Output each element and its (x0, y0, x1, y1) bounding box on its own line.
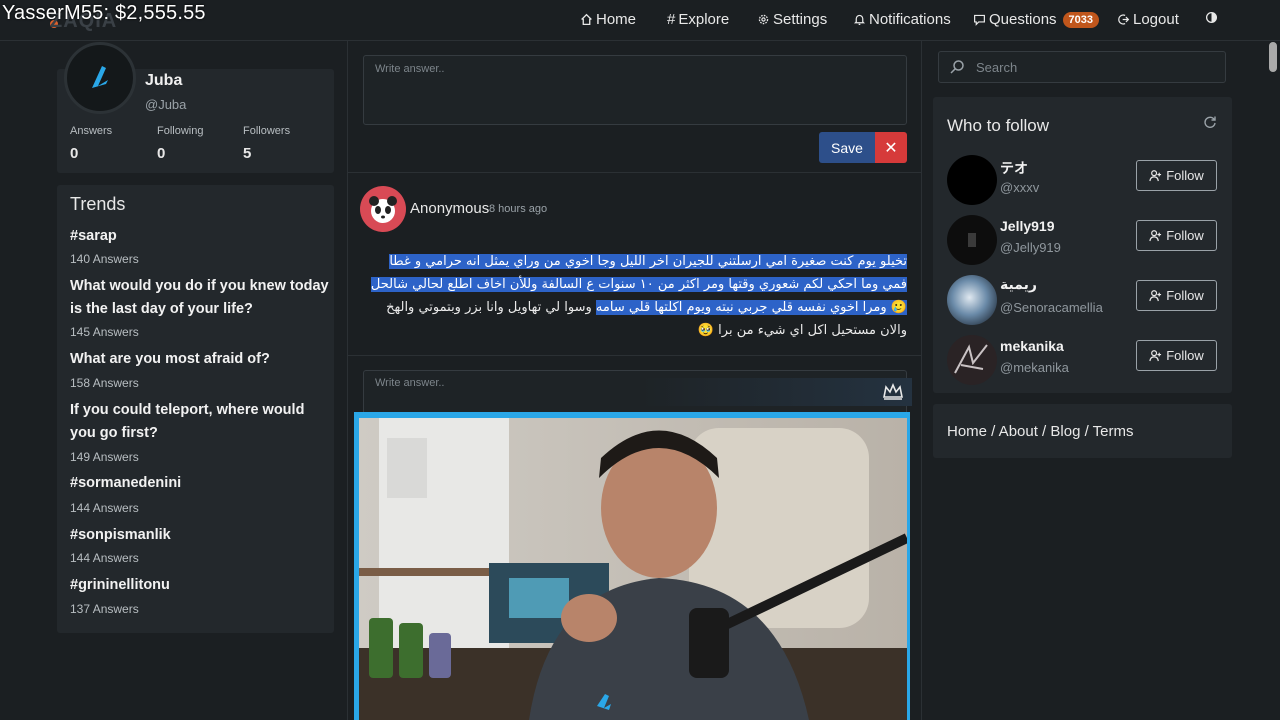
profile-name[interactable]: Juba (145, 72, 182, 90)
trend-item-title[interactable]: #sormanedenini (70, 472, 330, 495)
trend-item-title[interactable]: What would you do if you knew today is t… (70, 275, 330, 321)
stream-donation-overlay: YasserM55: $2,555.55 (2, 2, 206, 24)
follow-user-name[interactable]: Jelly919 (1000, 218, 1055, 234)
user-plus-icon (1149, 170, 1162, 182)
avatar[interactable] (947, 215, 997, 265)
post-avatar[interactable] (360, 186, 406, 232)
nav-home-label: Home (596, 11, 637, 28)
profile-handle: @Juba (145, 97, 187, 112)
hash-icon: # (667, 11, 676, 28)
following-count[interactable]: 0 (157, 145, 165, 162)
refresh-icon[interactable] (1203, 115, 1217, 129)
bell-icon (853, 14, 866, 25)
trends-title: Trends (70, 194, 126, 214)
save-button[interactable]: Save (819, 132, 875, 163)
trend-item-count: 158 Answers (70, 376, 139, 390)
webcam-image (359, 418, 907, 720)
followers-count[interactable]: 5 (243, 145, 251, 162)
follow-user-name[interactable]: テオ (1000, 158, 1028, 178)
nav-notifications[interactable]: Notifications (853, 11, 951, 28)
nav-home[interactable]: Home (580, 11, 636, 28)
answer-textarea[interactable] (363, 55, 907, 125)
trend-item-count: 144 Answers (70, 551, 139, 565)
answer-placeholder: Write answer.. (375, 377, 445, 389)
nav-settings-label: Settings (773, 11, 828, 28)
user-plus-icon (1149, 290, 1162, 302)
search-placeholder: Search (976, 60, 1018, 75)
nav-logout-label: Logout (1133, 11, 1179, 28)
trend-item-count: 149 Answers (70, 450, 139, 464)
divider (347, 172, 922, 173)
avatar[interactable] (947, 155, 997, 205)
follow-button-label: Follow (1166, 348, 1204, 363)
avatar[interactable] (947, 335, 997, 385)
who-to-follow-title: Who to follow (947, 116, 1050, 135)
avatar-image (968, 233, 976, 247)
nav-explore-label: Explore (678, 11, 730, 28)
followers-label: Followers (243, 125, 291, 137)
close-button[interactable]: ✕ (875, 132, 907, 163)
follow-button[interactable]: Follow (1136, 280, 1217, 311)
contrast-icon (1205, 11, 1218, 24)
nav-settings[interactable]: Settings (757, 11, 827, 28)
webcam-feed (359, 418, 907, 720)
trend-item-count: 145 Answers (70, 325, 139, 339)
trend-item-count: 137 Answers (70, 602, 139, 616)
user-plus-icon (1149, 230, 1162, 242)
crown-icon (883, 382, 903, 400)
nav-questions-label: Questions (989, 11, 1057, 28)
chat-icon (974, 14, 985, 26)
theme-toggle-button[interactable] (1205, 11, 1218, 24)
avatar[interactable] (64, 42, 136, 114)
footer-links[interactable]: Home / About / Blog / Terms (947, 423, 1133, 440)
follow-user-handle: @Jelly919 (1000, 240, 1061, 255)
follow-button-label: Follow (1166, 228, 1204, 243)
answers-label: Answers (70, 125, 113, 137)
follow-button[interactable]: Follow (1136, 340, 1217, 371)
gear-icon (758, 14, 769, 25)
follow-user-handle: @xxxv (1000, 180, 1040, 195)
trend-item-count: 140 Answers (70, 252, 139, 266)
nav-questions[interactable]: Questions 7033 (973, 11, 1100, 28)
trend-item-title[interactable]: #sarap (70, 225, 330, 248)
answers-count[interactable]: 0 (70, 145, 78, 162)
trend-item-title[interactable]: #grininellitonu (70, 574, 330, 597)
nav-notifications-label: Notifications (869, 11, 951, 28)
follow-user-handle: @mekanika (1000, 360, 1069, 375)
following-label: Following (157, 125, 204, 137)
webcam-overlay (354, 412, 910, 720)
home-icon (581, 13, 592, 26)
trend-item-count: 144 Answers (70, 501, 139, 515)
follow-button-label: Follow (1166, 288, 1204, 303)
follow-user-handle: @Senoracamellia (1000, 300, 1103, 315)
follow-button[interactable]: Follow (1136, 220, 1217, 251)
post-timestamp: 8 hours ago (489, 203, 548, 215)
answer-placeholder: Write answer.. (375, 63, 445, 75)
page-scrollbar[interactable] (1266, 41, 1280, 720)
trend-item-title[interactable]: #sonpismanlik (70, 524, 330, 547)
divider (347, 355, 922, 356)
avatar-image (954, 344, 988, 374)
profile-logo-icon (92, 66, 108, 88)
scrollbar-thumb[interactable] (1269, 42, 1277, 72)
post-question-text: تخيلو يوم كنت صغيرة امي ارسلتني للجيران … (362, 250, 907, 342)
logout-icon (1118, 14, 1130, 25)
panda-icon (369, 196, 397, 223)
nav-explore[interactable]: # Explore (667, 11, 729, 28)
trend-item-title[interactable]: If you could teleport, where would you g… (70, 399, 330, 445)
follow-button[interactable]: Follow (1136, 160, 1217, 191)
post-author[interactable]: Anonymous (410, 200, 489, 217)
follow-user-name[interactable]: ريمية (1000, 276, 1037, 293)
follow-button-label: Follow (1166, 168, 1204, 183)
user-plus-icon (1149, 350, 1162, 362)
follow-user-name[interactable]: mekanika (1000, 338, 1064, 354)
trend-item-title[interactable]: What are you most afraid of? (70, 348, 330, 371)
questions-count-badge: 7033 (1062, 11, 1100, 28)
stream-overlay-bar (640, 378, 912, 406)
avatar[interactable] (947, 275, 997, 325)
nav-logout[interactable]: Logout (1117, 11, 1179, 28)
search-icon (950, 60, 964, 74)
